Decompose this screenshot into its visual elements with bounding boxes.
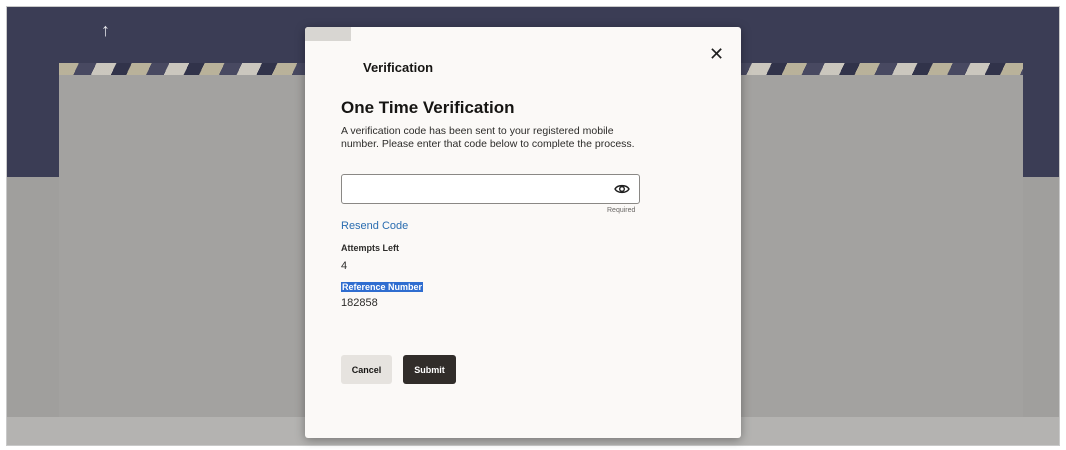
required-helper-text: Required [607, 207, 636, 214]
attempts-left-label: Attempts Left [341, 243, 399, 253]
back-arrow-icon[interactable]: ↑ [101, 21, 110, 39]
eye-icon[interactable] [614, 182, 630, 196]
cancel-button[interactable]: Cancel [341, 355, 392, 384]
resend-code-link[interactable]: Resend Code [341, 220, 408, 232]
close-icon[interactable]: ✕ [709, 45, 724, 63]
reference-number-value: 182858 [341, 297, 378, 309]
otp-input[interactable] [341, 174, 640, 204]
reference-number-label: Reference Number [341, 282, 424, 292]
modal-title: Verification [363, 60, 434, 75]
otp-heading: One Time Verification [341, 98, 515, 117]
submit-button[interactable]: Submit [403, 355, 456, 384]
attempts-left-value: 4 [341, 260, 348, 272]
verification-modal: ✕ Verification One Time Verification A v… [305, 27, 741, 438]
otp-description: A verification code has been sent to you… [341, 125, 635, 150]
modal-corner-decoration [305, 27, 351, 41]
